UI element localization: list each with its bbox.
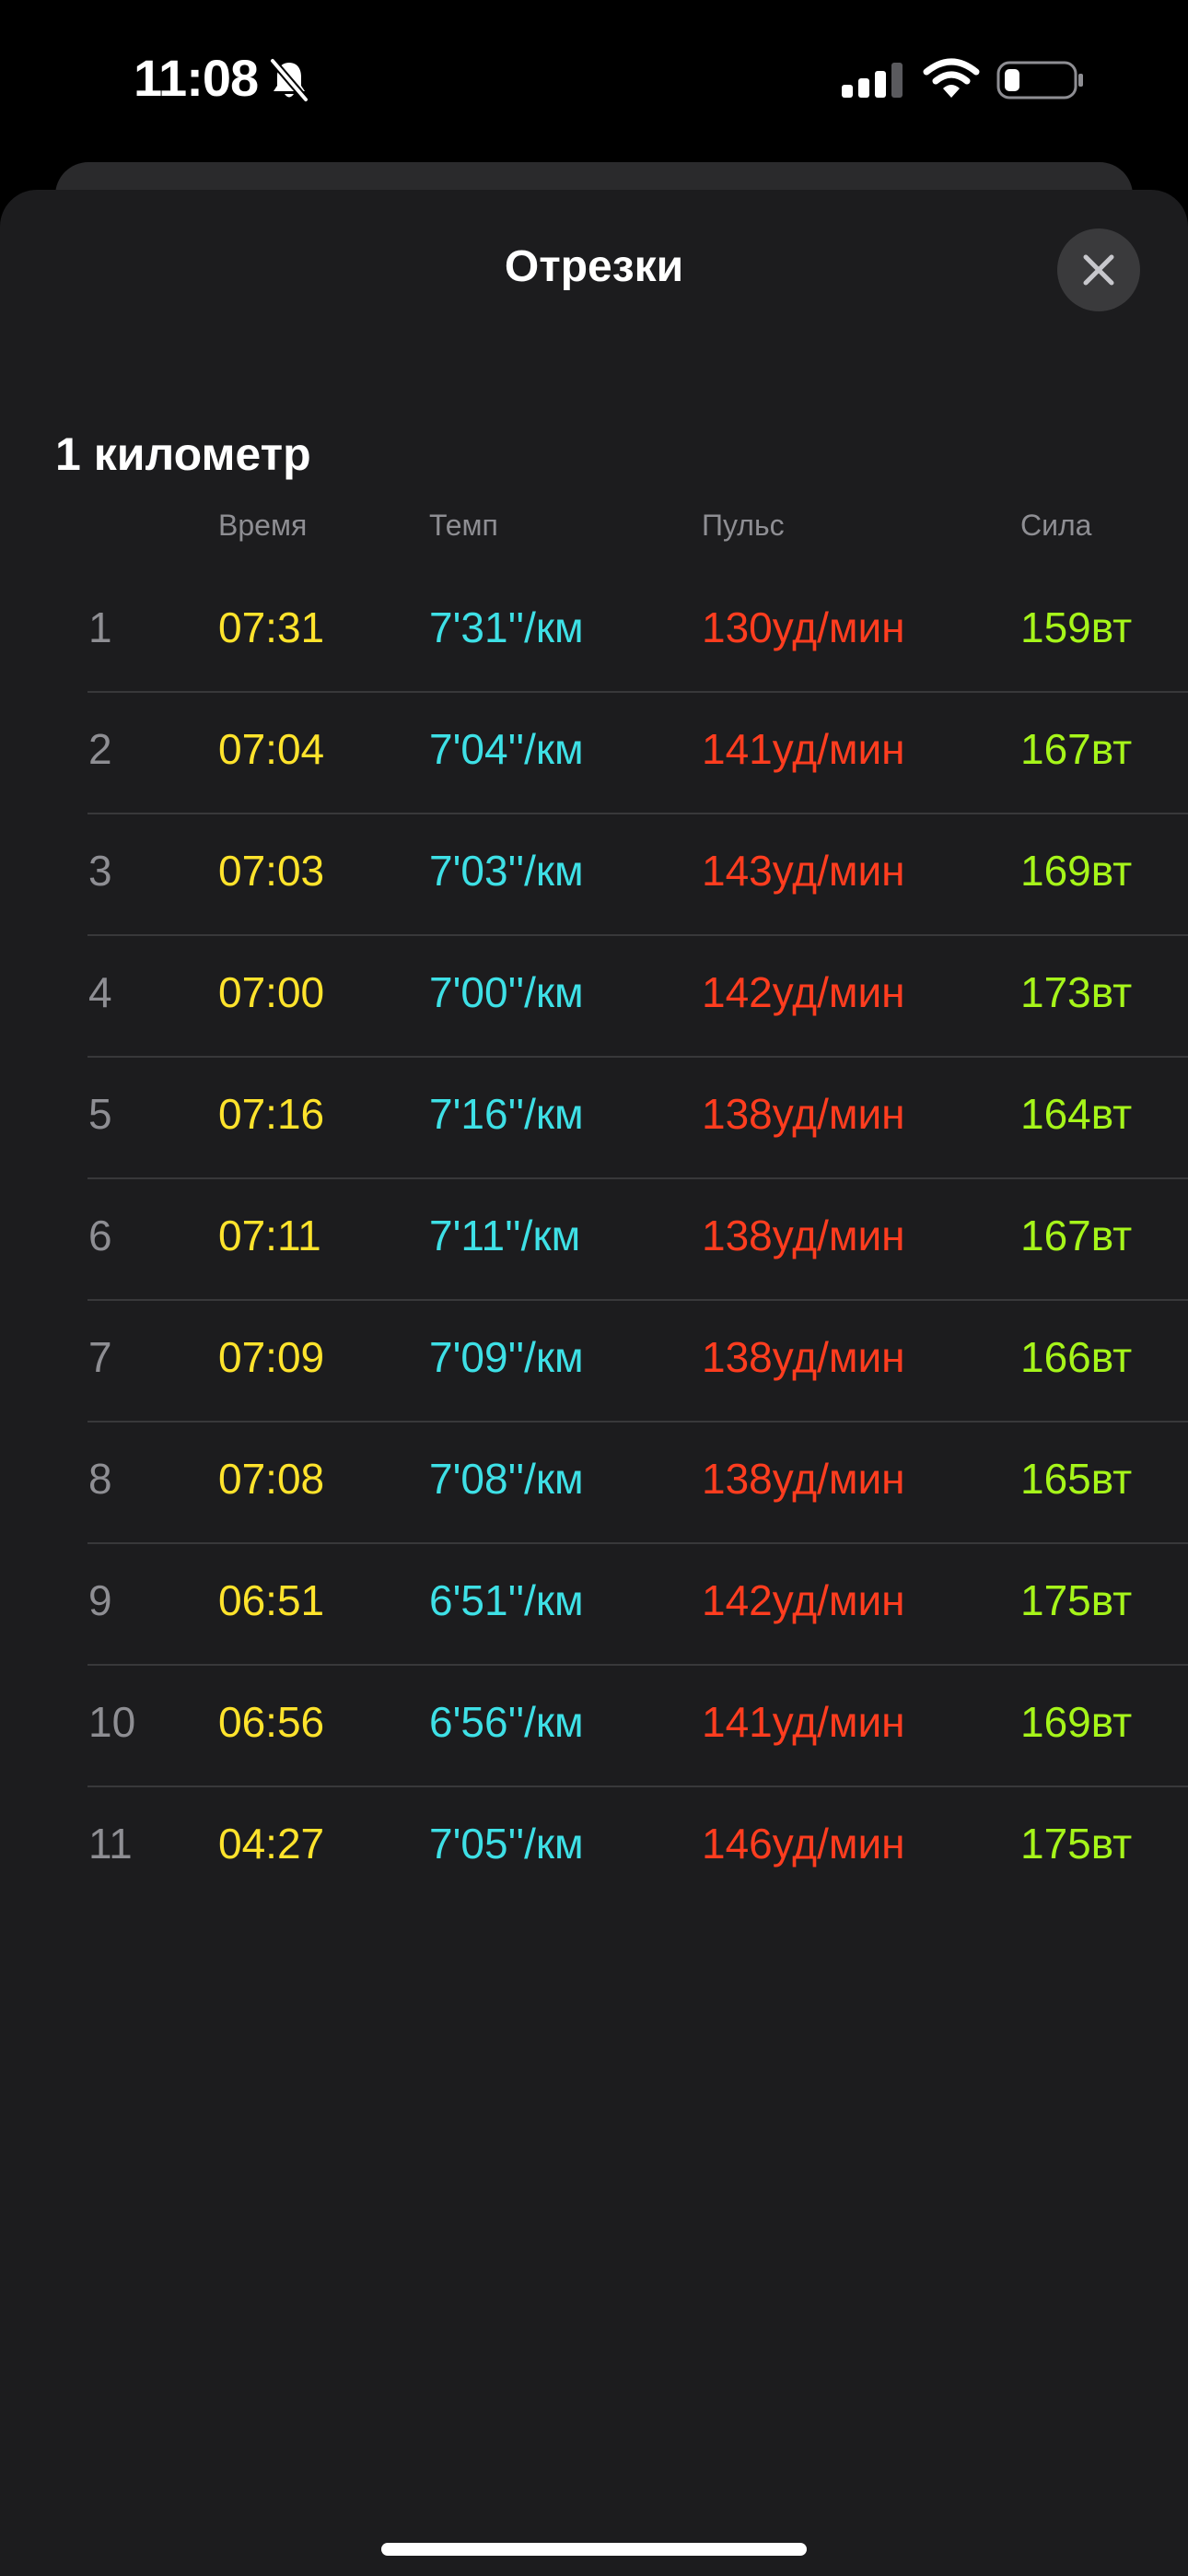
- status-bar: 11:08: [0, 0, 1188, 161]
- split-pace: 7'31''/км: [429, 603, 584, 651]
- split-heart-rate: 141уд/мин: [702, 725, 905, 773]
- split-pace: 6'56''/км: [429, 1698, 584, 1746]
- split-row: 7 07:09 7'09''/км 138уд/мин 166вт: [0, 1301, 1188, 1423]
- split-heart-rate: 138уд/мин: [702, 1455, 905, 1503]
- home-indicator[interactable]: [381, 2543, 807, 2556]
- split-time: 06:56: [218, 1698, 325, 1746]
- split-row: 1 07:31 7'31''/км 130уд/мин 159вт: [0, 571, 1188, 693]
- split-row: 10 06:56 6'56''/км 141уд/мин 169вт: [0, 1666, 1188, 1787]
- split-power: 167вт: [1020, 725, 1133, 773]
- wifi-icon: [923, 58, 980, 98]
- split-time: 04:27: [218, 1820, 325, 1868]
- split-pace: 7'16''/км: [429, 1090, 584, 1138]
- close-button[interactable]: [1057, 228, 1140, 311]
- split-power: 164вт: [1020, 1090, 1133, 1138]
- split-time: 06:51: [218, 1576, 325, 1624]
- split-time: 07:31: [218, 603, 325, 651]
- split-pace: 7'04''/км: [429, 725, 584, 773]
- column-header-time: Время: [218, 509, 308, 542]
- split-row: 6 07:11 7'11''/км 138уд/мин 167вт: [0, 1179, 1188, 1301]
- split-index: 4: [88, 968, 112, 1016]
- split-index: 1: [88, 603, 112, 651]
- split-row: 2 07:04 7'04''/км 141уд/мин 167вт: [0, 693, 1188, 814]
- column-header-pace: Темп: [429, 509, 498, 542]
- battery-icon: [996, 61, 1083, 100]
- split-heart-rate: 143уд/мин: [702, 847, 905, 895]
- split-power: 175вт: [1020, 1820, 1133, 1868]
- split-index: 5: [88, 1090, 112, 1138]
- split-heart-rate: 138уд/мин: [702, 1212, 905, 1259]
- split-time: 07:09: [218, 1333, 325, 1381]
- sheet-title: Отрезки: [504, 242, 684, 291]
- split-power: 175вт: [1020, 1576, 1133, 1624]
- split-index: 2: [88, 725, 112, 773]
- split-heart-rate: 138уд/мин: [702, 1090, 905, 1138]
- split-pace: 7'03''/км: [429, 847, 584, 895]
- split-pace: 7'00''/км: [429, 968, 584, 1016]
- split-pace: 7'08''/км: [429, 1455, 584, 1503]
- split-row: 9 06:51 6'51''/км 142уд/мин 175вт: [0, 1544, 1188, 1666]
- column-header-power: Сила: [1020, 509, 1092, 542]
- split-heart-rate: 146уд/мин: [702, 1820, 905, 1868]
- splits-list: 1 07:31 7'31''/км 130уд/мин 159вт 2 07:0…: [0, 571, 1188, 1909]
- split-index: 11: [88, 1820, 133, 1868]
- split-pace: 7'09''/км: [429, 1333, 584, 1381]
- split-time: 07:08: [218, 1455, 325, 1503]
- split-power: 169вт: [1020, 1698, 1133, 1746]
- split-index: 9: [88, 1576, 112, 1624]
- split-index: 7: [88, 1333, 112, 1381]
- splits-sheet: Отрезки 1 километр Время Темп Пульс Сила…: [0, 190, 1188, 2576]
- split-row: 8 07:08 7'08''/км 138уд/мин 165вт: [0, 1423, 1188, 1544]
- split-pace: 7'11''/км: [429, 1212, 581, 1259]
- split-time: 07:03: [218, 847, 325, 895]
- close-icon: [1083, 254, 1114, 286]
- split-heart-rate: 138уд/мин: [702, 1333, 905, 1381]
- split-power: 159вт: [1020, 603, 1133, 651]
- split-row: 3 07:03 7'03''/км 143уд/мин 169вт: [0, 814, 1188, 936]
- split-heart-rate: 141уд/мин: [702, 1698, 905, 1746]
- split-power: 166вт: [1020, 1333, 1133, 1381]
- split-time: 07:00: [218, 968, 325, 1016]
- signal-icon: [842, 63, 903, 98]
- split-row: 5 07:16 7'16''/км 138уд/мин 164вт: [0, 1058, 1188, 1179]
- split-time: 07:04: [218, 725, 325, 773]
- split-index: 3: [88, 847, 112, 895]
- split-power: 167вт: [1020, 1212, 1133, 1259]
- split-pace: 7'05''/км: [429, 1820, 584, 1868]
- section-title: 1 километр: [55, 428, 311, 480]
- split-power: 165вт: [1020, 1455, 1133, 1503]
- split-index: 6: [88, 1212, 112, 1259]
- split-time: 07:11: [218, 1212, 321, 1259]
- split-time: 07:16: [218, 1090, 325, 1138]
- split-power: 173вт: [1020, 968, 1133, 1016]
- split-pace: 6'51''/км: [429, 1576, 584, 1624]
- status-time: 11:08: [134, 49, 259, 107]
- split-index: 10: [88, 1698, 136, 1746]
- split-heart-rate: 130уд/мин: [702, 603, 905, 651]
- split-row: 11 04:27 7'05''/км 146уд/мин 175вт: [0, 1787, 1188, 1909]
- split-power: 169вт: [1020, 847, 1133, 895]
- split-heart-rate: 142уд/мин: [702, 968, 905, 1016]
- split-index: 8: [88, 1455, 112, 1503]
- column-header-heart-rate: Пульс: [702, 509, 785, 542]
- split-heart-rate: 142уд/мин: [702, 1576, 905, 1624]
- bell-slash-icon: [269, 58, 309, 102]
- split-row: 4 07:00 7'00''/км 142уд/мин 173вт: [0, 936, 1188, 1058]
